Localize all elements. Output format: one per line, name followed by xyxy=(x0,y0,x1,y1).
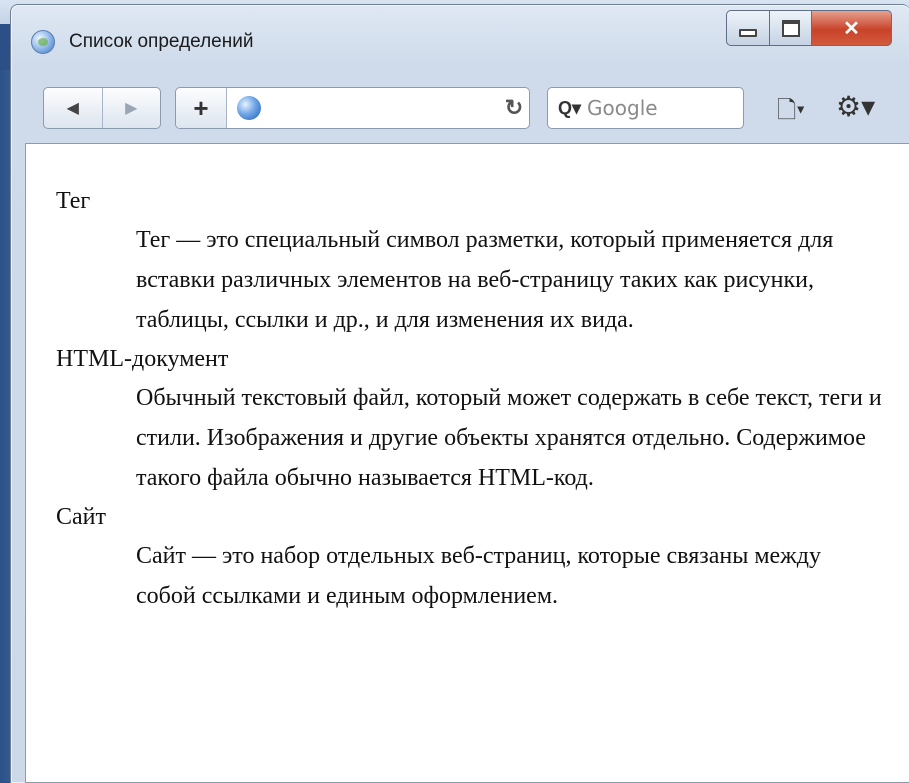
browser-globe-icon xyxy=(31,30,55,54)
add-bookmark-button[interactable]: + xyxy=(176,88,227,128)
browser-window: Список определений ✕ ◀ ▶ + ↻ Q▾ Google 🗋… xyxy=(10,4,909,783)
caption-buttons: ✕ xyxy=(726,10,892,46)
reload-button[interactable]: ↻ xyxy=(499,95,529,121)
window-title: Список определений xyxy=(69,31,254,52)
forward-button[interactable]: ▶ xyxy=(101,88,161,128)
definition-term: Тег xyxy=(56,188,91,214)
tools-menu-button[interactable]: ⚙▾ xyxy=(836,90,875,123)
forward-arrow-icon: ▶ xyxy=(125,100,138,117)
definition-term: HTML-документ xyxy=(56,346,229,372)
globe-icon xyxy=(237,96,261,120)
page-menu-button[interactable]: 🗋▾ xyxy=(777,93,805,134)
url-input[interactable] xyxy=(267,92,499,124)
plus-icon: + xyxy=(193,92,209,123)
navigation-toolbar: ◀ ▶ + ↻ Q▾ 🗋▾ ⚙▾ xyxy=(11,77,909,147)
address-bar: + ↻ xyxy=(175,87,530,129)
search-box: Q▾ xyxy=(547,87,744,129)
definition-description: Сайт — это набор отдельных веб-страниц, … xyxy=(136,543,821,609)
minimize-icon xyxy=(739,29,757,37)
search-input[interactable] xyxy=(585,95,730,121)
reload-icon: ↻ xyxy=(504,95,524,120)
minimize-button[interactable] xyxy=(726,10,770,46)
page-icon: 🗋▾ xyxy=(777,97,806,124)
close-button[interactable]: ✕ xyxy=(812,10,892,46)
definition-description: Обычный текстовый файл, который может со… xyxy=(136,385,882,491)
maximize-icon xyxy=(781,19,800,37)
page-content: Тег Тег — это специальный символ разметк… xyxy=(25,143,909,783)
back-forward-group: ◀ ▶ xyxy=(43,87,161,129)
gear-icon: ⚙▾ xyxy=(836,91,876,122)
back-button[interactable]: ◀ xyxy=(44,88,102,128)
definition-description: Тег — это специальный символ разметки, к… xyxy=(136,227,834,333)
maximize-button[interactable] xyxy=(770,10,812,46)
definition-term: Сайт xyxy=(56,504,106,530)
definition-list: Тег Тег — это специальный символ разметк… xyxy=(56,182,886,616)
close-icon: ✕ xyxy=(843,17,860,40)
search-icon[interactable]: Q▾ xyxy=(558,98,581,119)
back-arrow-icon: ◀ xyxy=(66,100,79,117)
